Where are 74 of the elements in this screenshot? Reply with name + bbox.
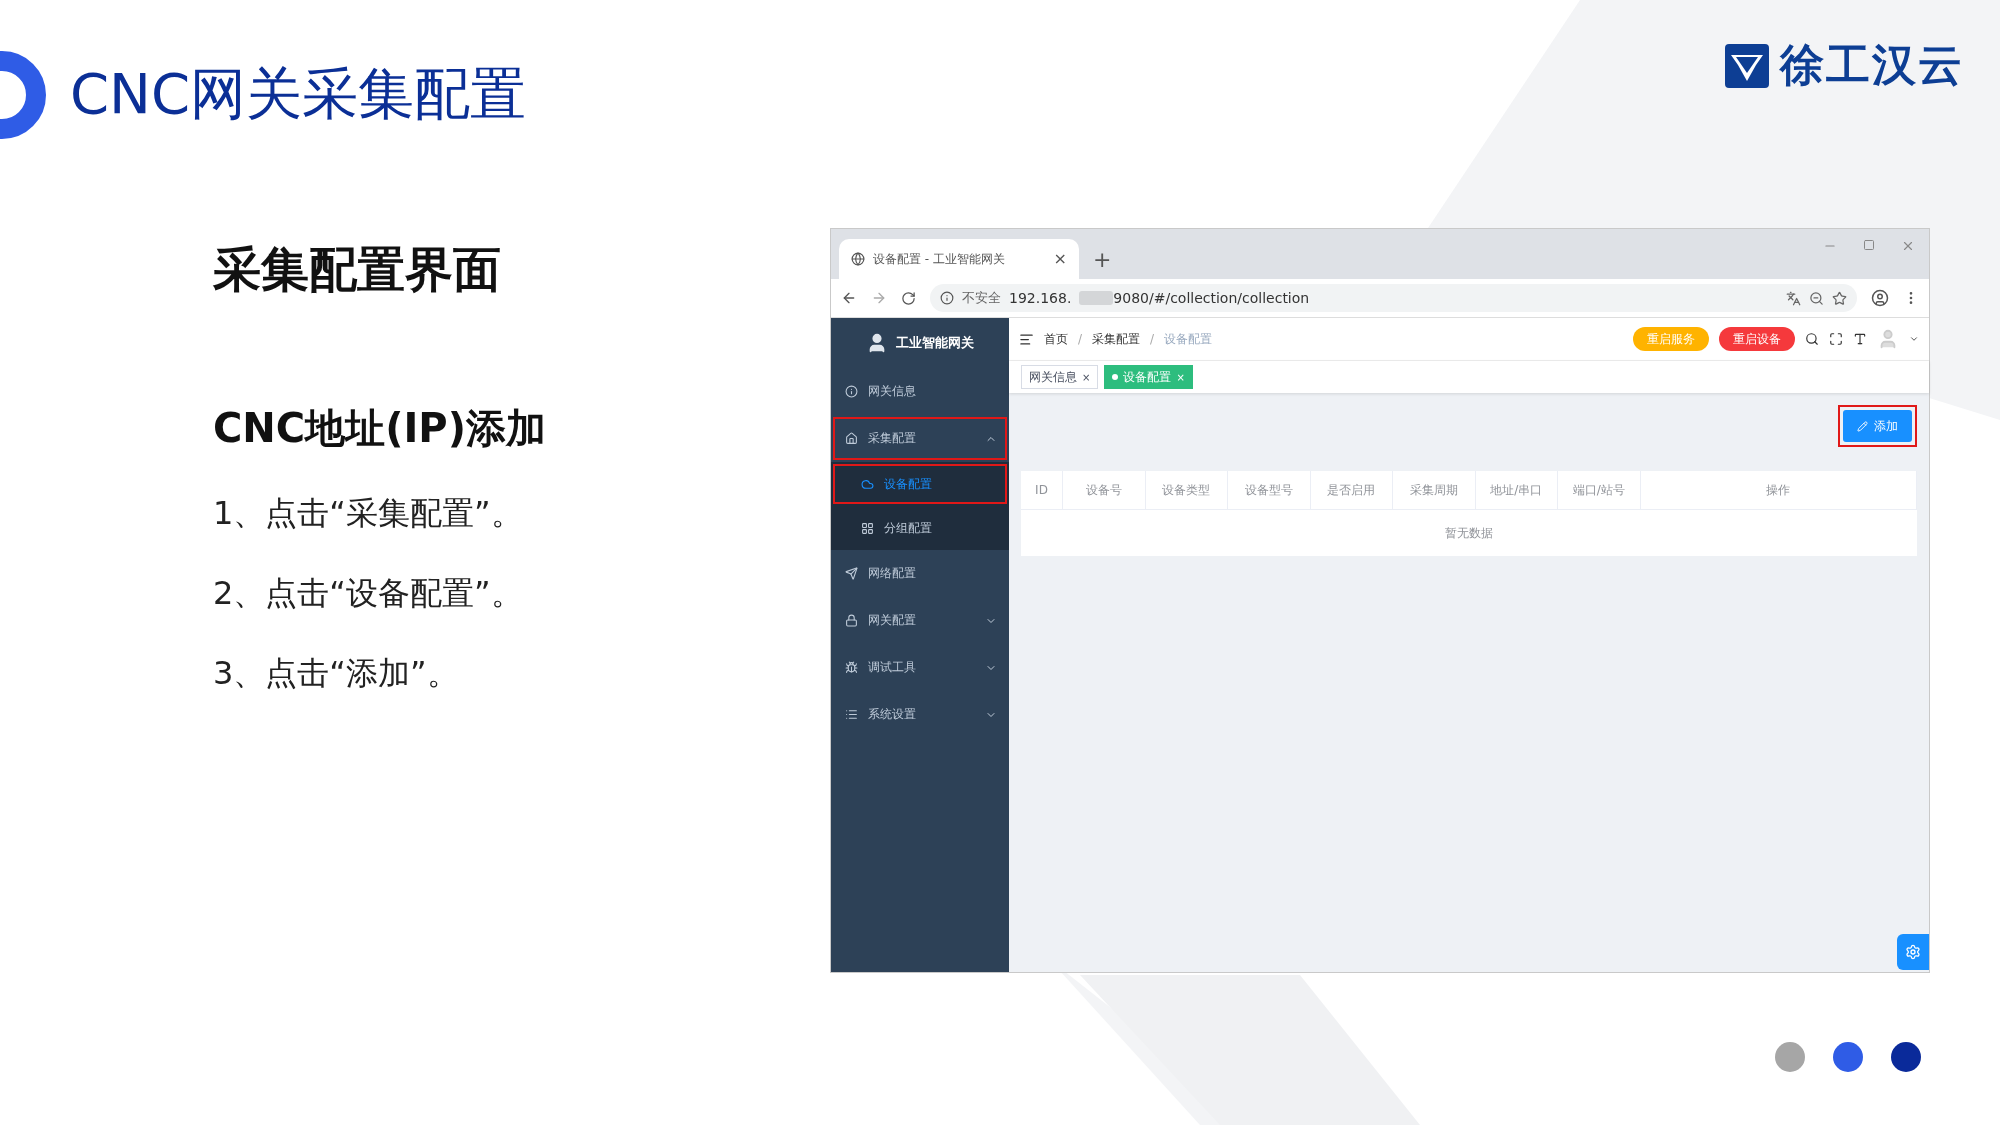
step-text: 3、点击“添加”。 [213, 653, 460, 694]
section-heading: 采集配置界面 [213, 240, 502, 298]
column-header: ID [1021, 471, 1063, 509]
column-header: 端口/站号 [1558, 471, 1641, 509]
restart-button[interactable]: 重启设备 [1719, 327, 1795, 351]
menu-item[interactable]: 网关信息 [831, 368, 1009, 415]
submenu-item[interactable]: 设备配置 [831, 462, 1009, 506]
logo-icon [1724, 42, 1770, 89]
settings-button[interactable] [1897, 934, 1929, 970]
maximize-icon[interactable] [1863, 239, 1875, 251]
search-icon[interactable] [1805, 332, 1819, 346]
menu-item[interactable]: 调试工具 [831, 644, 1009, 691]
menu-item[interactable]: 网络配置 [831, 550, 1009, 597]
logo-text: 徐工汉云 [1780, 38, 1964, 92]
menu-icon[interactable] [1019, 331, 1034, 347]
pencil-icon [1857, 420, 1868, 432]
column-header: 地址/串口 [1475, 471, 1558, 509]
font-size-icon[interactable] [1853, 332, 1867, 346]
back-icon[interactable] [841, 290, 857, 306]
fullscreen-icon[interactable] [1829, 332, 1843, 346]
breadcrumb-separator: / [1150, 332, 1155, 346]
column-header: 采集周期 [1393, 471, 1476, 509]
app-brand: 工业智能网关 [896, 334, 974, 352]
column-header: 操作 [1640, 471, 1917, 509]
globe-icon [851, 252, 865, 266]
translate-icon[interactable] [1786, 290, 1801, 306]
column-header: 设备号 [1063, 471, 1146, 509]
tab-close-button[interactable]: × [1053, 251, 1067, 267]
column-header: 是否启用 [1310, 471, 1393, 509]
menu-item[interactable]: 网关配置 [831, 597, 1009, 644]
paper-plane-icon [845, 567, 858, 580]
zoom-out-icon[interactable] [1809, 290, 1824, 306]
security-label: 不安全 [962, 289, 1001, 307]
close-icon[interactable] [1901, 239, 1915, 253]
settings-icon [1905, 944, 1921, 960]
dot-icon [1112, 374, 1119, 380]
breadcrumb-separator: / [1078, 332, 1083, 346]
tag-label: 网关信息 [1029, 368, 1077, 386]
menu-item[interactable]: 系统设置 [831, 691, 1009, 738]
info-icon [940, 291, 954, 305]
step-text: 1、点击“采集配置”。 [213, 493, 524, 534]
tag-close-button[interactable]: × [1082, 371, 1091, 383]
url-text: 192.168. [1009, 290, 1072, 306]
list-icon [845, 708, 858, 721]
tag-label: 设备配置 [1123, 368, 1172, 386]
house-icon [845, 432, 858, 445]
browser-tab[interactable]: 设备配置 - 工业智能网关 × [839, 239, 1079, 279]
profile-icon[interactable] [1871, 289, 1889, 307]
breadcrumb-link[interactable]: 采集配置 [1092, 330, 1141, 348]
url-text: 9080/#/collection/collection [1113, 290, 1310, 306]
new-tab-button[interactable]: + [1093, 249, 1112, 271]
redaction-mark [1079, 291, 1114, 305]
address-field[interactable]: 不安全 192.168. 9080/#/collection/collection [930, 284, 1857, 312]
reload-icon[interactable] [901, 290, 916, 306]
column-header: 设备类型 [1145, 471, 1228, 509]
info-icon [845, 385, 858, 398]
submenu-item[interactable]: 分组配置 [831, 506, 1009, 550]
page-tag[interactable]: 网关信息 × [1021, 365, 1099, 389]
column-header: 设备型号 [1228, 471, 1311, 509]
subheading: CNC地址(IP)添加 [213, 404, 547, 452]
step-text: 2、点击“设备配置”。 [213, 573, 524, 614]
cloud-icon [861, 477, 874, 491]
slide-title: CNC网关采集配置 [70, 60, 527, 128]
breadcrumb-link[interactable]: 首页 [1044, 330, 1068, 348]
page-dot[interactable] [1775, 1042, 1805, 1072]
lock-icon [845, 614, 858, 627]
star-icon[interactable] [1832, 290, 1847, 306]
bug-icon [845, 661, 858, 674]
menu-item[interactable]: 采集配置 [831, 415, 1009, 462]
page-dot[interactable] [1833, 1042, 1863, 1072]
empty-message: 暂无数据 [1445, 524, 1493, 542]
caret-icon[interactable] [1909, 334, 1919, 344]
grid-icon [861, 521, 874, 535]
page-dot[interactable] [1891, 1042, 1921, 1072]
